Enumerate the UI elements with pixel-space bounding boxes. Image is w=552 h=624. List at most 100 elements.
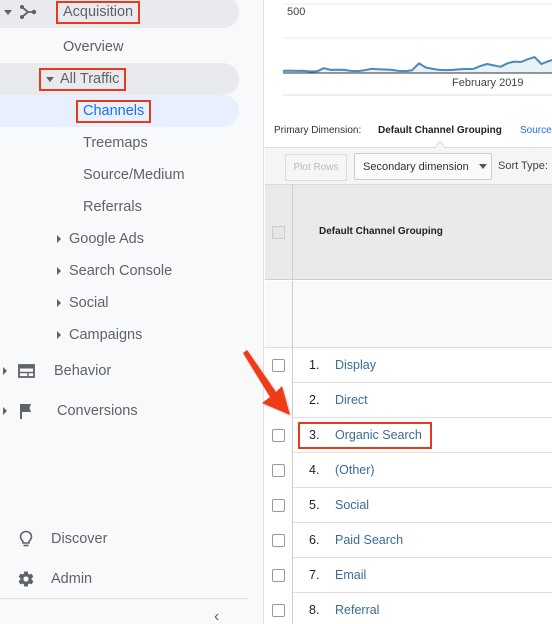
sidebar-item-label: Behavior xyxy=(54,363,112,379)
sidebar-item-conversions[interactable]: Conversions xyxy=(3,395,138,427)
header-checkbox-cell xyxy=(265,185,293,280)
sidebar-item-discover[interactable]: Discover xyxy=(16,523,107,555)
channel-link[interactable]: (Other) xyxy=(335,463,375,477)
sessions-chart: 500 February 2019 xyxy=(265,0,552,100)
x-axis-label: February 2019 xyxy=(452,77,524,89)
sidebar-item-label: All Traffic xyxy=(60,70,120,87)
table-row: 3. Organic Search xyxy=(265,418,552,453)
primary-dimension-selected[interactable]: Default Channel Grouping xyxy=(378,125,502,136)
sort-type-label: Sort Type: xyxy=(498,160,548,172)
caret-right-icon xyxy=(57,235,61,243)
chevron-down-icon xyxy=(478,164,487,169)
sidebar-item-behavior[interactable]: Behavior xyxy=(3,355,111,387)
sidebar-item-label: Overview xyxy=(63,39,124,55)
checkbox-cell xyxy=(265,488,293,523)
table-row: 1. Display xyxy=(265,348,552,383)
sidebar-item-channels[interactable]: Channels xyxy=(0,95,239,127)
row-checkbox[interactable] xyxy=(272,569,285,582)
table-toolbar: Plot Rows Secondary dimension Sort Type: xyxy=(265,147,552,185)
checkbox-cell xyxy=(265,453,293,488)
table-row: 4. (Other) xyxy=(265,453,552,488)
summary-checkbox-cell xyxy=(265,281,293,348)
sidebar-item-campaigns[interactable]: Campaigns xyxy=(57,319,142,351)
channel-link[interactable]: Display xyxy=(335,358,376,372)
annotation-arrow-icon xyxy=(243,350,290,415)
row-number: 3. xyxy=(309,428,320,442)
sidebar-item-label: Channels xyxy=(76,99,152,123)
row-checkbox[interactable] xyxy=(272,464,285,477)
row-number: 7. xyxy=(309,568,320,582)
row-checkbox[interactable] xyxy=(272,499,285,512)
sidebar-item-label: Treemaps xyxy=(83,135,148,151)
channel-link[interactable]: Organic Search xyxy=(335,428,422,442)
lightbulb-icon xyxy=(16,529,36,549)
row-number: 2. xyxy=(309,393,320,407)
sidebar-item-label: Campaigns xyxy=(69,327,143,343)
collapse-sidebar-button[interactable]: ‹ xyxy=(214,608,219,624)
row-number: 8. xyxy=(309,603,320,617)
caret-right-icon xyxy=(57,299,61,307)
table-row: 5. Social xyxy=(265,488,552,523)
y-tick-label: 500 xyxy=(287,6,306,18)
table-row: 7. Email xyxy=(265,558,552,593)
row-number: 5. xyxy=(309,498,320,512)
sidebar-item-label: Conversions xyxy=(57,403,138,419)
row-checkbox[interactable] xyxy=(272,534,285,547)
table-header: Default Channel Grouping xyxy=(265,185,552,280)
table-row: 2. Direct xyxy=(265,383,552,418)
channel-link[interactable]: Referral xyxy=(335,603,379,617)
sidebar-item-treemaps[interactable]: Treemaps xyxy=(83,127,148,159)
sidebar-item-acquisition[interactable]: Acquisition xyxy=(0,0,239,28)
sidebar-item-label: Acquisition xyxy=(56,0,141,24)
sidebar-item-label: Discover xyxy=(51,531,108,547)
checkbox-cell xyxy=(265,523,293,558)
gear-icon xyxy=(16,569,36,589)
table-row: 8. Referral xyxy=(265,593,552,624)
sidebar-item-referrals[interactable]: Referrals xyxy=(83,191,142,223)
sidebar-item-label: Google Ads xyxy=(69,231,144,247)
acquisition-branch-icon xyxy=(18,2,38,22)
caret-right-icon xyxy=(57,331,61,339)
sidebar-item-search-console[interactable]: Search Console xyxy=(57,255,172,287)
table-row: 6. Paid Search xyxy=(265,523,552,558)
all-traffic-highlight: All Traffic xyxy=(39,67,127,91)
sidebar-item-overview[interactable]: Overview xyxy=(63,31,123,63)
caret-right-icon xyxy=(3,367,7,375)
select-all-checkbox[interactable] xyxy=(272,226,285,239)
row-checkbox[interactable] xyxy=(272,604,285,617)
caret-right-icon xyxy=(3,407,7,415)
caret-down-icon xyxy=(4,9,12,15)
sidebar-divider xyxy=(0,598,248,599)
sidebar-item-admin[interactable]: Admin xyxy=(16,563,92,595)
sidebar-item-label: Search Console xyxy=(69,263,173,279)
secondary-dimension-dropdown[interactable]: Secondary dimension xyxy=(354,153,492,180)
row-number: 4. xyxy=(309,463,320,477)
channel-link[interactable]: Email xyxy=(335,568,366,582)
secondary-dimension-label: Secondary dimension xyxy=(363,160,469,173)
channel-link[interactable]: Social xyxy=(335,498,369,512)
channel-link[interactable]: Direct xyxy=(335,393,368,407)
flag-icon xyxy=(16,401,36,421)
sidebar-item-google-ads[interactable]: Google Ads xyxy=(57,223,144,255)
caret-right-icon xyxy=(57,267,61,275)
sidebar-item-source-medium[interactable]: Source/Medium xyxy=(83,159,185,191)
sidebar-item-label: Referrals xyxy=(83,199,142,215)
caret-down-icon xyxy=(46,76,54,82)
checkbox-cell xyxy=(265,593,293,624)
column-header-channel[interactable]: Default Channel Grouping xyxy=(319,226,443,237)
behavior-window-icon xyxy=(16,361,36,381)
checkbox-cell xyxy=(265,558,293,593)
sidebar-item-social[interactable]: Social xyxy=(57,287,109,319)
primary-dimension-source-link[interactable]: Source xyxy=(520,125,552,136)
sidebar-item-label: Source/Medium xyxy=(83,167,185,183)
plot-rows-button[interactable]: Plot Rows xyxy=(285,154,347,181)
row-number: 1. xyxy=(309,358,320,372)
row-number: 6. xyxy=(309,533,320,547)
channel-link[interactable]: Paid Search xyxy=(335,533,403,547)
table-summary-row xyxy=(265,281,552,348)
sidebar-item-label: Social xyxy=(69,295,109,311)
row-checkbox[interactable] xyxy=(272,429,285,442)
sidebar-item-label: Admin xyxy=(51,571,93,587)
sidebar: Acquisition Overview All Traffic Channel… xyxy=(0,0,264,624)
sidebar-item-all-traffic[interactable]: All Traffic xyxy=(0,63,239,95)
